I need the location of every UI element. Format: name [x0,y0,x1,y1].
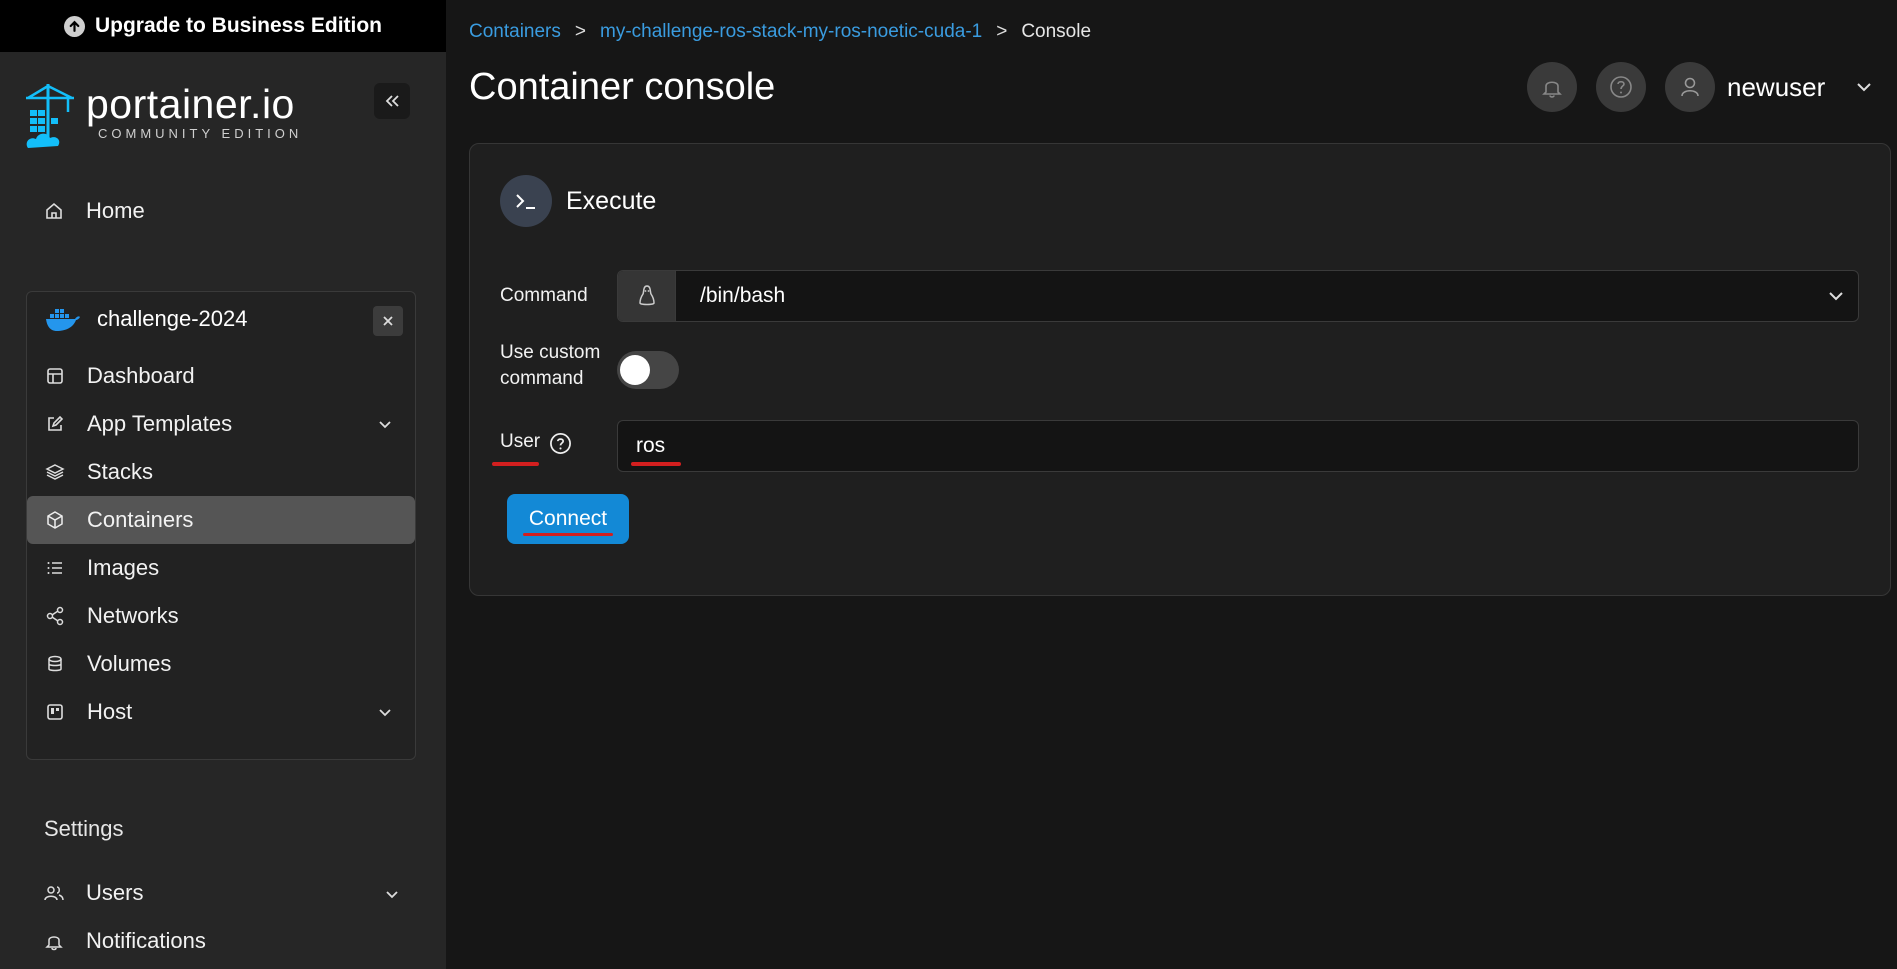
chevron-down-icon [1829,292,1843,301]
chevron-down-icon [379,709,391,717]
username[interactable]: newuser [1727,72,1825,103]
annotation-underline [631,462,681,466]
sidebar-item-networks[interactable]: Networks [27,592,415,640]
sidebar-item-label: Home [86,198,145,223]
sidebar-item-label: Dashboard [87,363,195,388]
bell-icon [1542,81,1562,98]
sidebar-item-images[interactable]: Images [27,544,415,592]
edit-icon [48,415,64,431]
custom-command-label-line2: command [500,368,584,389]
custom-command-toggle[interactable] [617,351,679,389]
sidebar-item-label: App Templates [87,411,233,436]
custom-command-label-line1: Use custom [500,342,601,363]
connect-button[interactable]: Connect [507,494,629,544]
sidebar-item-containers[interactable]: Containers [27,496,415,544]
users-icon [44,886,64,901]
help-button[interactable] [1596,62,1646,112]
custom-command-label: Use custom command [500,340,600,392]
sidebar-item-label: Stacks [87,459,154,484]
panel-title: Execute [566,186,657,215]
breadcrumb-separator: > [574,21,586,42]
execute-panel: Execute Command /bin/bash Use custom com… [469,143,1891,596]
sidebar: Upgrade to Business Edition portainer.io… [0,0,446,969]
close-environment-button[interactable] [373,306,403,336]
close-icon [383,316,393,326]
sidebar-item-label: Networks [87,603,179,628]
sidebar-item-app-templates[interactable]: App Templates [27,400,415,448]
user-avatar[interactable] [1665,62,1715,112]
page-title: Container console [469,66,776,108]
chevrons-left-icon [385,95,399,107]
sidebar-item-label: Volumes [87,651,172,676]
layers-icon [45,464,65,480]
sidebar-item-stacks[interactable]: Stacks [27,448,415,496]
sidebar-item-dashboard[interactable]: Dashboard [27,352,415,400]
user-icon [1681,77,1699,97]
host-icon [47,704,63,720]
sidebar-item-volumes[interactable]: Volumes [27,640,415,688]
chevron-down-icon[interactable] [1855,80,1873,94]
database-icon [48,655,62,672]
arrow-up-circle-icon [63,15,85,37]
command-select[interactable]: /bin/bash [617,270,1859,322]
user-input[interactable] [617,420,1859,472]
settings-heading: Settings [44,816,124,841]
sidebar-item-host[interactable]: Host [27,688,415,736]
environment-header: challenge-2024 [45,306,247,332]
help-circle-icon[interactable] [549,432,572,455]
notifications-button[interactable] [1527,62,1577,112]
upgrade-label: Upgrade to Business Edition [94,14,383,37]
terminal-icon [500,175,552,227]
sidebar-item-notifications[interactable]: Notifications [44,928,206,954]
list-icon [47,562,62,574]
breadcrumb: Containers > my-challenge-ros-stack-my-r… [469,21,1091,43]
breadcrumb-container-link[interactable]: my-challenge-ros-stack-my-ros-noetic-cud… [600,21,982,43]
toggle-knob [620,355,650,385]
panel-header: Execute [500,175,656,227]
upgrade-banner[interactable]: Upgrade to Business Edition [0,0,446,52]
command-label: Command [500,285,588,306]
user-label: User [500,431,541,452]
environment-panel: challenge-2024 Dashboard App Templates S… [26,291,416,760]
chevron-down-icon [379,421,391,429]
sidebar-item-label: Images [87,555,160,580]
sidebar-item-label: Notifications [86,928,206,953]
home-icon [46,202,62,219]
breadcrumb-separator: > [996,21,1008,42]
dashboard-icon [47,368,63,384]
sidebar-item-label: Host [87,699,133,724]
brand-subtitle: COMMUNITY EDITION [98,126,303,141]
command-value: /bin/bash [700,284,786,307]
annotation-underline [523,533,613,536]
environment-name: challenge-2024 [97,306,248,331]
sidebar-item-users[interactable]: Users [44,880,400,906]
breadcrumb-containers-link[interactable]: Containers [469,21,561,43]
help-circle-icon [1610,76,1632,98]
portainer-logo[interactable]: portainer.io COMMUNITY EDITION [24,82,302,152]
box-icon [47,511,63,529]
sidebar-item-label: Users [86,880,144,905]
portainer-crane-icon [26,84,74,148]
sidebar-item-home[interactable]: Home [44,198,145,224]
sidebar-item-label: Containers [87,507,194,532]
collapse-sidebar-button[interactable] [374,83,410,119]
brand-name: portainer.io [86,81,295,127]
share-icon [46,606,64,626]
annotation-underline [492,462,539,466]
linux-icon [618,271,676,321]
chevron-down-icon [386,891,398,899]
breadcrumb-current: Console [1021,21,1092,42]
bell-icon [45,936,63,951]
docker-icon [46,309,80,331]
